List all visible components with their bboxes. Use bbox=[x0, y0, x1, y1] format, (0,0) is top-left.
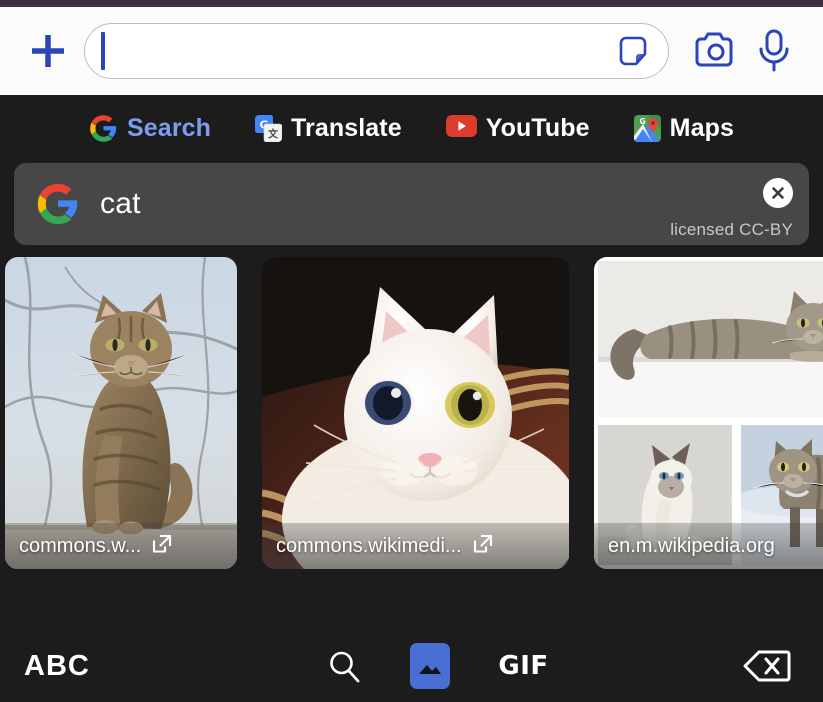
compose-bar bbox=[0, 7, 823, 95]
category-label: Search bbox=[127, 113, 212, 142]
youtube-icon bbox=[445, 114, 477, 142]
sticker-button[interactable] bbox=[612, 30, 654, 72]
license-label: licensed CC-BY bbox=[670, 220, 793, 239]
status-strip bbox=[0, 0, 823, 7]
result-caption[interactable]: en.m.wikipedia.org bbox=[594, 523, 823, 569]
category-youtube[interactable]: YouTube bbox=[424, 114, 612, 143]
message-input[interactable] bbox=[84, 23, 669, 79]
image-result-card[interactable]: commons.wikimedi... bbox=[262, 257, 569, 569]
camera-button[interactable] bbox=[687, 22, 745, 80]
query-text: cat bbox=[100, 187, 141, 220]
image-results[interactable]: commons.w... commons.wikimedi... en.m.wi… bbox=[0, 257, 823, 569]
plus-icon bbox=[32, 35, 64, 67]
svg-text:G: G bbox=[639, 117, 645, 126]
google-g-icon bbox=[89, 114, 118, 143]
gif-tab[interactable]: GIF bbox=[498, 651, 548, 681]
google-translate-icon: G 文 bbox=[255, 114, 283, 142]
category-translate[interactable]: G 文 Translate bbox=[233, 114, 424, 143]
result-host: commons.wikimedi... bbox=[276, 534, 462, 557]
gif-label: GIF bbox=[498, 651, 549, 681]
text-caret bbox=[101, 32, 105, 70]
open-in-new-icon[interactable] bbox=[472, 533, 494, 560]
backspace-key[interactable] bbox=[741, 646, 793, 686]
google-g-icon bbox=[36, 182, 80, 226]
search-icon bbox=[330, 651, 360, 683]
close-icon bbox=[772, 187, 784, 199]
open-in-new-icon[interactable] bbox=[151, 533, 173, 560]
category-search[interactable]: Search bbox=[67, 114, 233, 143]
search-tab[interactable] bbox=[326, 648, 362, 684]
result-host: commons.w... bbox=[19, 534, 142, 557]
query-chip[interactable]: cat licensed CC-BY bbox=[14, 163, 809, 245]
category-label: YouTube bbox=[485, 113, 590, 142]
image-search-panel: Search G 文 Translate YouTube bbox=[0, 95, 823, 702]
category-maps[interactable]: G Maps bbox=[612, 114, 756, 143]
category-row: Search G 文 Translate YouTube bbox=[0, 95, 823, 157]
result-caption[interactable]: commons.wikimedi... bbox=[262, 523, 569, 569]
microphone-icon bbox=[759, 29, 789, 72]
google-maps-icon: G bbox=[633, 114, 661, 142]
keyboard-bottom-bar: ABC GIF bbox=[0, 630, 823, 702]
svg-text:文: 文 bbox=[268, 127, 279, 140]
abc-key[interactable]: ABC bbox=[24, 650, 134, 683]
backspace-icon bbox=[743, 650, 791, 682]
sticker-icon bbox=[619, 36, 647, 66]
voice-input-button[interactable] bbox=[745, 22, 803, 80]
image-result-card[interactable]: en.m.wikipedia.org bbox=[594, 257, 823, 569]
result-caption[interactable]: commons.w... bbox=[5, 523, 237, 569]
image-result-card[interactable]: commons.w... bbox=[5, 257, 237, 569]
clear-query-button[interactable] bbox=[763, 178, 793, 208]
query-chip-wrap: cat licensed CC-BY bbox=[0, 157, 823, 245]
add-attachment-button[interactable] bbox=[20, 23, 76, 79]
camera-icon bbox=[695, 32, 733, 67]
image-icon bbox=[419, 665, 442, 674]
image-tab[interactable] bbox=[410, 643, 451, 689]
category-label: Translate bbox=[291, 113, 402, 142]
result-host: en.m.wikipedia.org bbox=[608, 534, 775, 557]
category-label: Maps bbox=[669, 113, 734, 142]
